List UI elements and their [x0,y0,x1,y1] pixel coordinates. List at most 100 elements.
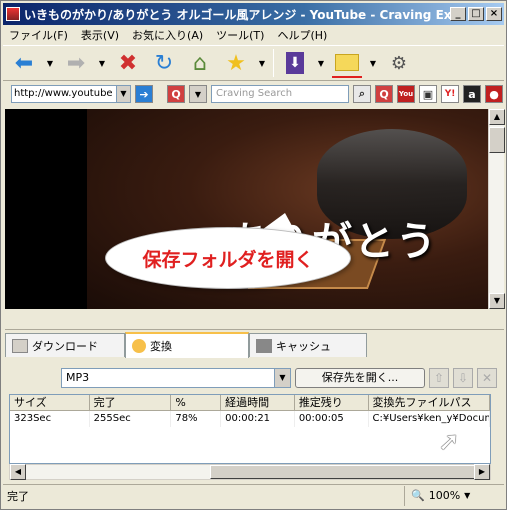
settings-button[interactable]: ⚙ [384,48,414,78]
scroll-right-button[interactable]: ▶ [474,464,490,480]
scroll-left-button[interactable]: ◀ [10,464,26,480]
cell-percent: 78% [171,411,222,427]
menu-view[interactable]: 表示(V) [81,27,119,43]
favorites-star-icon: ★ [226,50,246,76]
search-engine-dropdown[interactable]: ▼ [189,85,207,103]
col-elapsed[interactable]: 経過時間 [221,395,295,410]
format-value: MP3 [66,371,90,384]
convert-table: サイズ 完了 % 経過時間 推定残り 変換先ファイルパス 323Sec 255S… [9,394,491,464]
toolbar-separator [273,49,274,77]
go-arrow-icon: ➔ [139,87,149,101]
forward-button[interactable]: ➡ [61,48,91,78]
col-remaining[interactable]: 推定残り [295,395,369,410]
back-dropdown[interactable]: ▼ [45,48,55,78]
maximize-button[interactable]: □ [468,7,484,21]
tab-convert[interactable]: 変換 [125,332,249,358]
favorites-dropdown[interactable]: ▼ [257,48,267,78]
stop-button[interactable]: ✖ [113,48,143,78]
download-tab-icon [12,338,28,353]
table-row[interactable]: 323Sec 255Sec 78% 00:00:21 00:00:05 C:¥U… [10,411,490,427]
panel-tabs: ダウンロード 変換 キャッシュ [5,332,367,358]
stop-icon: ✖ [118,50,138,76]
search-button[interactable]: ⌕ [353,85,371,103]
col-done[interactable]: 完了 [90,395,172,410]
search-site-icon: Q [379,87,389,101]
address-input[interactable]: http://www.youtube ▼ [11,85,131,103]
favorites-button[interactable]: ★ [221,48,251,78]
download-button[interactable]: ⬇ [280,48,310,78]
zoom-level: 100% [428,489,461,502]
table-hscrollbar[interactable]: ◀ ▶ [9,464,491,480]
youtube-button[interactable]: You [397,85,415,103]
tab-download[interactable]: ダウンロード [5,333,125,357]
convert-controls: MP3 ▼ 保存先を開く... ⇧ ⇩ ✕ [61,367,501,389]
cell-remaining: 00:00:05 [295,411,369,427]
title-bar: いきものがかり/ありがとう オルゴール風アレンジ - YouTube - Cra… [3,3,504,25]
video-player[interactable]: ありがとう 保存フォルダを開く [5,109,488,309]
search-input[interactable]: Craving Search [211,85,349,103]
menu-file[interactable]: ファイル(F) [9,27,68,43]
refresh-icon: ↻ [154,50,174,76]
folder-icon [335,53,359,71]
main-toolbar: ⬅ ▼ ➡ ▼ ✖ ↻ ⌂ ★ ▼ ⬇ ▼ ▼ ⚙ [3,45,504,81]
window-title: いきものがかり/ありがとう オルゴール風アレンジ - YouTube - Cra… [24,7,450,22]
scroll-down-button[interactable]: ▼ [489,293,505,309]
cell-elapsed: 00:00:21 [221,411,295,427]
menu-favorites[interactable]: お気に入り(A) [132,27,203,43]
scroll-thumb[interactable] [489,127,505,153]
menu-help[interactable]: ヘルプ(H) [277,27,327,43]
remove-x-icon: ✕ [481,371,493,385]
app-icon [6,7,20,21]
cell-size: 323Sec [10,411,90,427]
address-bar: http://www.youtube ▼ ➔ Q ▼ Craving Searc… [3,82,504,106]
back-arrow-icon: ⬅ [14,50,34,76]
address-value: http://www.youtube [14,88,113,99]
menu-tools[interactable]: ツール(T) [216,27,264,43]
folder-dropdown[interactable]: ▼ [368,48,378,78]
search-engine-button[interactable]: Q [167,85,185,103]
open-folder-button[interactable] [332,48,362,78]
home-icon: ⌂ [193,50,207,76]
tab-download-label: ダウンロード [32,339,98,353]
forward-dropdown[interactable]: ▼ [97,48,107,78]
home-button[interactable]: ⌂ [185,48,215,78]
extra-search-icon: ● [489,87,499,101]
go-button[interactable]: ➔ [135,85,153,103]
move-up-button[interactable]: ⇧ [429,368,449,388]
browser-window: いきものがかり/ありがとう オルゴール風アレンジ - YouTube - Cra… [0,0,507,510]
format-select[interactable]: MP3 ▼ [61,368,291,388]
tv-icon: ▣ [422,87,434,101]
tab-cache[interactable]: キャッシュ [249,333,367,357]
col-path[interactable]: 変換先ファイルパス [369,395,490,410]
amazon-button[interactable]: a [463,85,481,103]
extra-search-button[interactable]: ● [485,85,503,103]
yahoo-button[interactable]: Y! [441,85,459,103]
table-header: サイズ 完了 % 経過時間 推定残り 変換先ファイルパス [10,395,490,411]
status-bar: 完了 🔍 100% ▼ [3,484,504,506]
video-scrollbar[interactable]: ▲ ▼ [488,109,505,309]
open-destination-button[interactable]: 保存先を開く... [295,368,425,388]
download-dropdown[interactable]: ▼ [316,48,326,78]
hscroll-thumb[interactable] [210,465,484,479]
scroll-up-button[interactable]: ▲ [489,109,505,125]
arrow-up-icon: ⇧ [433,371,445,385]
zoom-dropdown-icon[interactable]: ▼ [464,491,470,500]
move-down-button[interactable]: ⇩ [453,368,473,388]
back-button[interactable]: ⬅ [9,48,39,78]
remove-button[interactable]: ✕ [477,368,497,388]
minimize-button[interactable]: _ [450,7,466,21]
menu-bar: ファイル(F) 表示(V) お気に入り(A) ツール(T) ヘルプ(H) [3,26,504,44]
close-button[interactable]: × [486,7,502,21]
address-dropdown-icon[interactable]: ▼ [116,86,130,102]
status-text: 完了 [7,489,29,503]
tab-cache-label: キャッシュ [276,339,331,353]
refresh-button[interactable]: ↻ [149,48,179,78]
col-size[interactable]: サイズ [10,395,90,410]
col-percent[interactable]: % [171,395,222,410]
format-dropdown-icon[interactable]: ▼ [274,369,290,387]
cell-done: 255Sec [90,411,172,427]
tv-button[interactable]: ▣ [419,85,437,103]
cell-path: C:¥Users¥ken_y¥Docume [369,411,490,427]
zoom-control[interactable]: 🔍 100% ▼ [404,485,504,506]
search-site-button[interactable]: Q [375,85,393,103]
